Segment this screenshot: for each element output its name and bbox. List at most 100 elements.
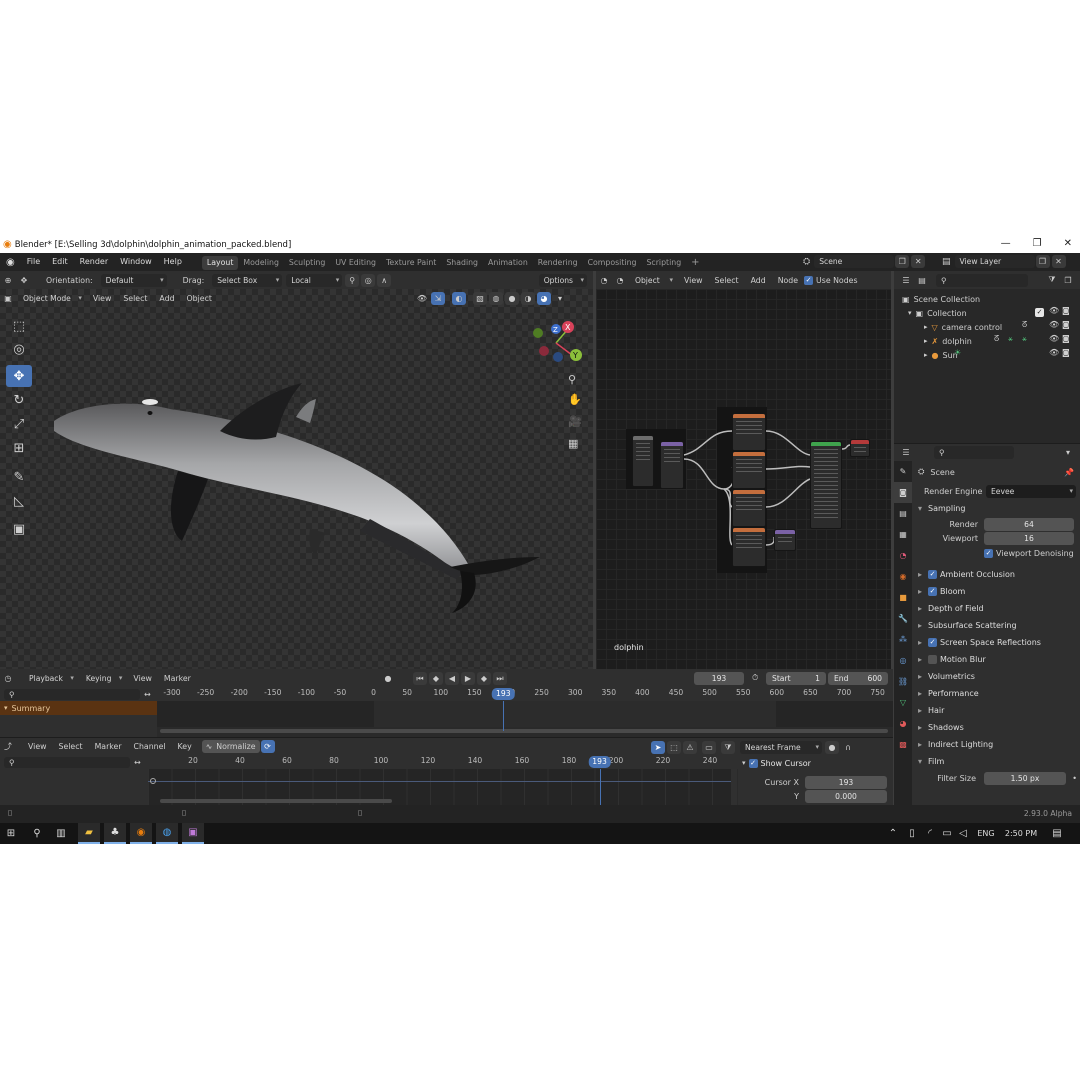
jump-start-icon[interactable]: ⏮ bbox=[413, 672, 427, 685]
clock[interactable]: 2:50 PM bbox=[1004, 823, 1038, 844]
network-icon[interactable]: ◜ bbox=[922, 823, 938, 844]
timeline-scrollbar[interactable] bbox=[160, 729, 888, 733]
shader-node[interactable] bbox=[732, 527, 766, 567]
swap-icon[interactable]: ↔ bbox=[134, 758, 141, 767]
object-tab-icon[interactable]: ■ bbox=[894, 587, 912, 608]
panel-screen-space-reflections[interactable]: ✓Screen Space Reflections bbox=[914, 634, 1080, 651]
menu-help[interactable]: Help bbox=[158, 253, 188, 271]
tab-modeling[interactable]: Modeling bbox=[238, 256, 283, 270]
curve-handle[interactable] bbox=[150, 778, 156, 784]
search-icon[interactable]: ⚲ bbox=[26, 823, 48, 844]
visibility-eye-icon[interactable]: 👁 bbox=[1049, 334, 1059, 343]
node-menu-node[interactable]: Node bbox=[772, 276, 804, 285]
proportional-icon[interactable]: ◎ bbox=[361, 273, 376, 287]
drag-dropdown[interactable]: Select Box bbox=[212, 273, 283, 287]
3d-viewport[interactable]: ⬚ ◎ ✥ ↻ ⤢ ⊞ ✎ ◺ ▣ X Y Z ⚲ ✋ 🎥 ▦ bbox=[0, 289, 593, 669]
node-editor-type-icon[interactable]: ◔ bbox=[597, 274, 611, 287]
language-indicator[interactable]: ENG bbox=[972, 823, 1000, 844]
viewport-menu-object[interactable]: Object bbox=[181, 294, 218, 303]
rendered-shading-icon[interactable]: ◕ bbox=[537, 292, 551, 305]
swap-icon[interactable]: ↔ bbox=[144, 690, 151, 699]
end-frame-field[interactable]: End 600 bbox=[828, 671, 888, 685]
select-box-tool-icon[interactable]: ⬚ bbox=[6, 315, 32, 337]
tab-layout[interactable]: Layout bbox=[201, 256, 239, 270]
outliner-search-field[interactable]: ⚲ bbox=[936, 273, 1028, 287]
graph-menu-marker[interactable]: Marker bbox=[89, 742, 128, 751]
cursor-x-field[interactable]: 193 bbox=[805, 775, 887, 789]
tab-scripting[interactable]: Scripting bbox=[641, 256, 686, 270]
frame-select-icon[interactable]: ⬚ bbox=[667, 741, 681, 754]
panel-ambient-occlusion[interactable]: ✓Ambient Occlusion bbox=[914, 566, 1080, 583]
panel-subsurface-scattering[interactable]: Subsurface Scattering bbox=[914, 617, 1080, 634]
material-output-node[interactable] bbox=[850, 439, 870, 457]
timeline-current-frame-label[interactable]: 193 bbox=[492, 688, 515, 700]
panel-volumetrics[interactable]: Volumetrics bbox=[914, 668, 1080, 685]
graph-menu-view[interactable]: View bbox=[22, 742, 53, 751]
gizmo-icon[interactable]: ⇲ bbox=[431, 292, 445, 305]
shader-node[interactable] bbox=[732, 413, 766, 451]
expand-icon[interactable]: ▸ bbox=[924, 337, 928, 345]
render-samples-field[interactable]: 64 bbox=[984, 517, 1074, 531]
menu-edit[interactable]: Edit bbox=[46, 253, 74, 271]
node-object-dropdown[interactable]: Object bbox=[630, 274, 676, 287]
new-view-layer-icon[interactable]: ❐ bbox=[1035, 255, 1050, 268]
close-button[interactable]: ✕ bbox=[1064, 238, 1072, 249]
shader-node-editor[interactable]: dolphin bbox=[596, 289, 891, 669]
prev-keyframe-icon[interactable]: ◆ bbox=[429, 672, 443, 685]
render-camera-icon[interactable]: ◙ bbox=[1062, 306, 1070, 315]
mode-icon[interactable]: ▣ bbox=[1, 292, 15, 305]
blender-menu-icon[interactable]: ◉ bbox=[0, 257, 21, 268]
warning-icon[interactable]: ⚠ bbox=[683, 741, 697, 754]
viewport-menu-select[interactable]: Select bbox=[117, 294, 153, 303]
shader-node[interactable] bbox=[660, 441, 684, 489]
delete-scene-icon[interactable]: ✕ bbox=[911, 255, 926, 268]
visibility-eye-icon[interactable]: 👁 bbox=[1049, 348, 1059, 357]
panel-motion-blur[interactable]: ✓Motion Blur bbox=[914, 651, 1080, 668]
start-frame-field[interactable]: Start 1 bbox=[766, 671, 826, 685]
texture-tab-icon[interactable]: ▩ bbox=[894, 734, 912, 755]
cursor-tool-icon[interactable]: ◎ bbox=[6, 338, 32, 360]
tray-chevron-icon[interactable]: ⌃ bbox=[886, 823, 900, 844]
normalize-toggle[interactable]: ∿ Normalize bbox=[201, 740, 260, 753]
falloff-curve-icon[interactable]: ∩ bbox=[841, 741, 855, 754]
scene-tab-icon[interactable]: ◔ bbox=[894, 545, 912, 566]
blender-taskbar-icon[interactable]: ◉ bbox=[130, 823, 152, 844]
render-engine-dropdown[interactable]: Eevee bbox=[986, 485, 1076, 498]
maximize-button[interactable]: ❐ bbox=[1033, 238, 1042, 249]
modifier-tab-icon[interactable]: 🔧 bbox=[894, 608, 912, 629]
mode-dropdown[interactable]: Object Mode bbox=[18, 292, 85, 305]
ambient-occlusion-checkbox[interactable]: ✓ bbox=[928, 570, 937, 579]
panel-sampling[interactable]: Sampling bbox=[914, 500, 1080, 517]
show-cursor-panel[interactable]: ▾ ✓ Show Cursor bbox=[738, 755, 893, 771]
add-cube-tool-icon[interactable]: ▣ bbox=[6, 518, 32, 540]
dolphin-model[interactable] bbox=[40, 361, 570, 621]
graph-search-field[interactable]: ⚲ bbox=[4, 756, 130, 768]
viewport-samples-field[interactable]: 16 bbox=[984, 531, 1074, 545]
shading-options-icon[interactable]: ▾ bbox=[553, 292, 567, 305]
scale-tool-icon[interactable]: ⤢ bbox=[6, 413, 32, 435]
graph-filter-icon[interactable]: ⧩ bbox=[721, 741, 735, 754]
keyframe-dot-icon[interactable]: • bbox=[1072, 774, 1077, 783]
tool-tab-icon[interactable]: ✎ bbox=[894, 461, 912, 482]
expand-icon[interactable]: ▾ bbox=[908, 309, 912, 317]
battery-icon[interactable]: ▭ bbox=[940, 823, 954, 844]
pin-icon[interactable]: 📌 bbox=[1064, 468, 1074, 477]
viewport-denoising-checkbox[interactable]: ✓ bbox=[984, 549, 993, 558]
graph-menu-select[interactable]: Select bbox=[53, 742, 89, 751]
falloff-icon[interactable]: ∧ bbox=[377, 273, 392, 287]
windows-start-icon[interactable]: ⊞ bbox=[0, 823, 22, 844]
add-workspace-button[interactable]: + bbox=[686, 256, 704, 270]
properties-search-field[interactable]: ⚲ bbox=[934, 446, 1014, 459]
material-tab-icon[interactable]: ◕ bbox=[894, 713, 912, 734]
filter-icon[interactable]: ⧩ bbox=[1045, 274, 1059, 287]
render-camera-icon[interactable]: ◙ bbox=[1062, 334, 1070, 343]
wireframe-shading-icon[interactable]: ◍ bbox=[489, 292, 503, 305]
volume-icon[interactable]: ◁ bbox=[956, 823, 970, 844]
overlay-icon[interactable]: ◐ bbox=[452, 292, 466, 305]
new-collection-icon[interactable]: ❐ bbox=[1061, 274, 1075, 287]
panel-performance[interactable]: Performance bbox=[914, 685, 1080, 702]
app-icon[interactable]: ♣ bbox=[104, 823, 126, 844]
panel-hair[interactable]: Hair bbox=[914, 702, 1080, 719]
particles-tab-icon[interactable]: ⁂ bbox=[894, 629, 912, 650]
motion-blur-checkbox[interactable]: ✓ bbox=[928, 655, 937, 664]
